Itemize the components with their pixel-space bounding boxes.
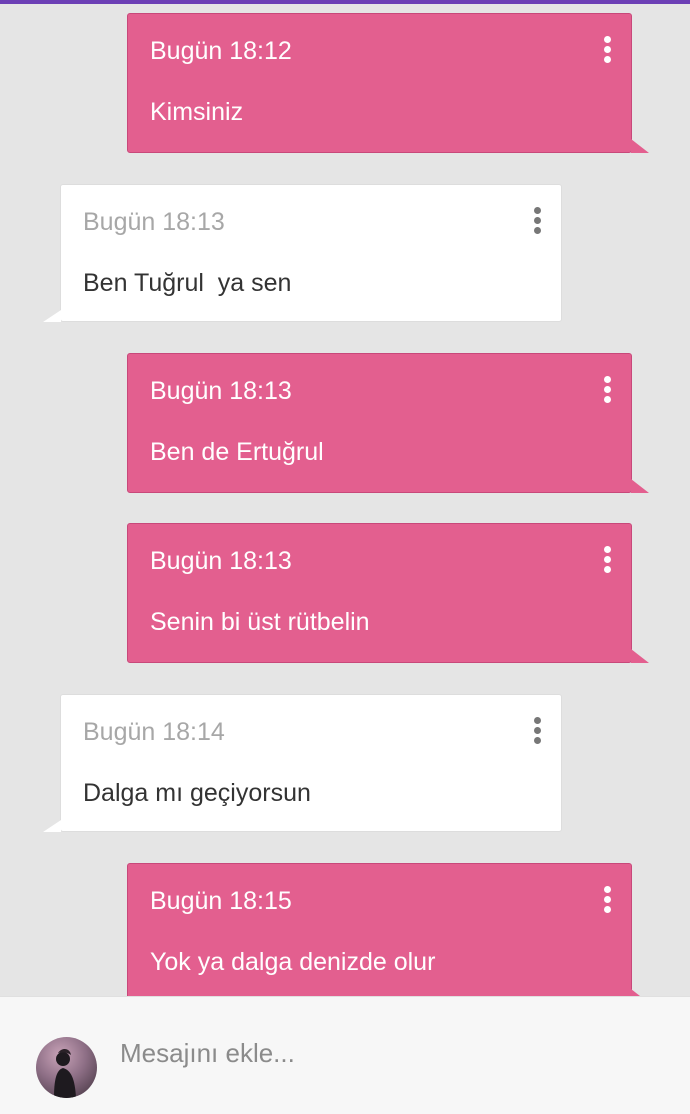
bubble-tail <box>43 820 61 832</box>
message-timestamp: Bugün 18:13 <box>150 377 292 405</box>
more-vertical-icon[interactable] <box>603 886 613 914</box>
message-bubble-received[interactable]: Bugün 18:13 Ben Tuğrul ya sen <box>43 184 562 322</box>
message-bubble-sent[interactable]: Bugün 18:13 Senin bi üst rütbelin <box>127 523 649 663</box>
more-vertical-icon[interactable] <box>533 207 543 235</box>
more-vertical-icon[interactable] <box>603 36 613 64</box>
message-timestamp: Bugün 18:12 <box>150 37 292 65</box>
more-vertical-icon[interactable] <box>533 717 543 745</box>
message-text: Yok ya dalga denizde olur <box>150 948 436 976</box>
message-text: Dalga mı geçiyorsun <box>83 779 311 807</box>
more-vertical-icon[interactable] <box>603 376 613 404</box>
message-bubble-sent[interactable]: Bugün 18:12 Kimsiniz <box>127 13 649 153</box>
bubble-tail <box>631 989 649 996</box>
more-vertical-icon[interactable] <box>603 546 613 574</box>
bubble-tail <box>631 479 649 493</box>
message-timestamp: Bugün 18:13 <box>83 208 225 236</box>
bubble-tail <box>43 310 61 322</box>
message-text: Kimsiniz <box>150 98 244 126</box>
message-composer <box>0 996 690 1114</box>
message-bubble-sent[interactable]: Bugün 18:15 Yok ya dalga denizde olur <box>127 863 649 996</box>
message-thread[interactable]: Bugün 18:12 Kimsiniz Bugün 18:13 Ben Tuğ… <box>0 0 690 996</box>
message-text: Ben de Ertuğrul <box>150 438 324 466</box>
message-text: Ben Tuğrul ya sen <box>83 269 292 297</box>
avatar-silhouette-icon <box>54 1049 76 1098</box>
message-timestamp: Bugün 18:14 <box>83 718 225 746</box>
bubble-tail <box>631 139 649 153</box>
avatar[interactable] <box>36 1037 97 1098</box>
message-timestamp: Bugün 18:15 <box>150 887 292 915</box>
bubble-tail <box>631 649 649 663</box>
message-bubble-sent[interactable]: Bugün 18:13 Ben de Ertuğrul <box>127 353 649 493</box>
message-timestamp: Bugün 18:13 <box>150 547 292 575</box>
message-input[interactable] <box>120 1035 660 1071</box>
message-text: Senin bi üst rütbelin <box>150 608 370 636</box>
message-bubble-received[interactable]: Bugün 18:14 Dalga mı geçiyorsun <box>43 694 562 832</box>
